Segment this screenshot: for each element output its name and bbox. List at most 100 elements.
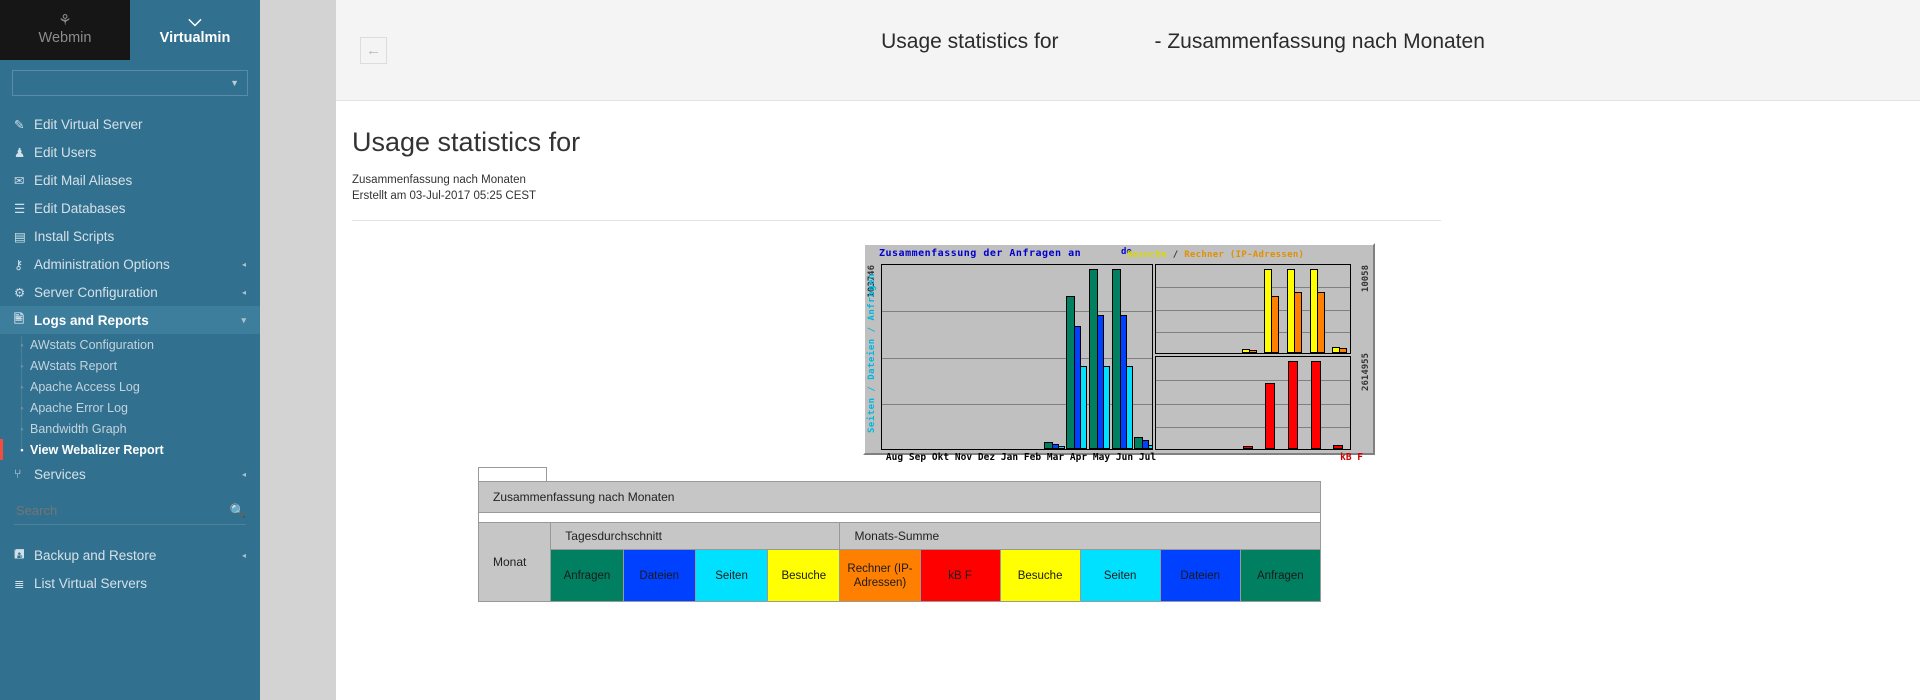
monthly-summary-table: Zusammenfassung nach Monaten Monat Tages… [477,481,1322,602]
chevron-left-icon: ◂ [241,469,246,479]
sidebar-item-view-webalizer-report[interactable]: • View Webalizer Report [0,439,260,460]
column-header-besuche-total[interactable]: Besuche [999,549,1081,602]
bullet-icon: ◦ [20,402,24,413]
header-title-prefix: Usage statistics for [881,30,1059,53]
chevron-left-icon: ◂ [241,287,246,297]
table-caption-row: Zusammenfassung nach Monaten [478,481,1321,513]
sidebar-item-list-virtual-servers[interactable]: ≣ List Virtual Servers [0,569,260,597]
table-caption: Zusammenfassung nach Monaten [478,481,1321,513]
table-tab-stub [478,467,547,481]
x-tick: Sep [908,452,927,463]
envelope-icon: ✉ [14,173,25,188]
sidebar-item-services[interactable]: ⑂ Services ◂ [0,460,260,488]
x-tick: Okt [931,452,950,463]
list-servers-icon: ≣ [14,576,25,591]
tab-virtualmin-label: Virtualmin [159,30,231,46]
sidebar-item-label: Edit Databases [34,200,126,216]
sidebar-item-backup-and-restore[interactable]: 🖪 Backup and Restore ◂ [0,541,260,569]
chart-legend-rechner: Rechner (IP-Adressen) [1184,250,1305,260]
page-gutter [260,0,336,700]
column-header-seiten-avg[interactable]: Seiten [694,549,769,602]
x-tick: Jul [1138,452,1157,463]
server-select[interactable]: ▼ [12,70,248,96]
chart-bar [1310,361,1321,449]
subnav-item-label: Apache Access Log [30,379,140,394]
column-header-seiten-total[interactable]: Seiten [1079,549,1161,602]
bullet-icon: ◦ [20,423,24,434]
sidebar-item-bandwidth-graph[interactable]: ◦ Bandwidth Graph [0,418,260,439]
bullet-filled-icon: • [20,444,24,455]
database-icon: ☰ [14,201,26,216]
column-header-dateien-total[interactable]: Dateien [1159,549,1241,602]
x-tick: Aug [885,452,904,463]
sidebar-item-edit-users[interactable]: ♟ Edit Users [0,138,260,166]
chart-bar [1271,296,1280,353]
sidebar-item-edit-databases[interactable]: ☰ Edit Databases [0,194,260,222]
column-header-anfragen-avg[interactable]: Anfragen [550,549,624,602]
tab-virtualmin[interactable]: ⌵ Virtualmin [130,0,260,60]
column-header-kbf[interactable]: kB F [919,549,1001,602]
column-header-anfragen-total[interactable]: Anfragen [1239,549,1322,602]
sidebar-item-label: Edit Mail Aliases [34,172,133,188]
sidebar-item-awstats-configuration[interactable]: ◦ AWstats Configuration [0,334,260,355]
subnav-item-label: Apache Error Log [30,400,128,415]
x-tick: Jan [1000,452,1019,463]
search-icon[interactable]: 🔍 [230,503,246,519]
chart-secondary-title: Besuche / Rechner (IP-Adressen) [1127,250,1304,260]
save-disk-icon: 🖪 [14,546,25,561]
sidebar-item-logs-and-reports[interactable]: 🖹 Logs and Reports ▾ [0,306,260,334]
sidebar-item-administration-options[interactable]: ⚷ Administration Options ◂ [0,250,260,278]
report-created-timestamp: Erstellt am 03-Jul-2017 05:25 CEST [352,190,537,202]
column-header-dateien-avg[interactable]: Dateien [622,549,696,602]
subnav-item-label: AWstats Configuration [30,337,154,352]
column-header-besuche-avg[interactable]: Besuche [767,549,841,602]
table-group-header-row: Monat Tagesdurchschnitt Monats-Summe [477,522,1321,602]
chart-legend-besuche: Besuche [1127,250,1168,260]
install-scripts-icon: ▤ [14,229,26,244]
chart-bar [1316,292,1325,353]
chart-x-axis-labels: Aug Sep Okt Nov Dez Jan Feb Mar Apr May Jun Jul [883,452,1159,463]
chart-bar [1242,446,1253,449]
chart-bar [1294,292,1302,353]
chart-panel-kbf [1155,356,1351,450]
back-button[interactable]: ← [360,36,387,64]
divider [352,220,1441,221]
sidebar-item-label: Edit Virtual Server [34,116,143,132]
sidebar-item-label: Logs and Reports [34,312,149,328]
page-title: Usage statistics for [352,127,581,157]
x-tick: Apr [1069,452,1088,463]
chart-bar [1333,445,1344,449]
sidebar-item-label: Services [34,466,86,482]
x-tick: May [1092,452,1111,463]
column-header-rechner[interactable]: Rechner (IP-Adressen) [839,549,921,602]
sidebar-item-install-scripts[interactable]: ▤ Install Scripts [0,222,260,250]
report-subtitle: Zusammenfassung nach Monaten [352,174,526,186]
gears-icon: ⚙ [14,285,26,300]
subnav-item-label: AWstats Report [30,358,118,373]
search-input[interactable] [14,502,194,519]
sidebar-item-edit-virtual-server[interactable]: ✎ Edit Virtual Server [0,110,260,138]
header-title-suffix: - Zusammenfassung nach Monaten [1154,30,1485,53]
sidebar-item-server-configuration[interactable]: ⚙ Server Configuration ◂ [0,278,260,306]
edit-server-icon: ✎ [14,117,25,132]
column-header-monat: Monat [477,522,552,602]
x-tick: Nov [954,452,973,463]
chevron-down-icon: ▾ [241,314,246,325]
chart-bar [1066,296,1076,449]
sidebar-item-awstats-report[interactable]: ◦ AWstats Report [0,355,260,376]
sidebar-item-label: List Virtual Servers [34,575,148,591]
sidebar-item-apache-access-log[interactable]: ◦ Apache Access Log [0,376,260,397]
sidebar-item-apache-error-log[interactable]: ◦ Apache Error Log [0,397,260,418]
tab-webmin[interactable]: ⚘ Webmin [0,0,130,60]
sidebar-item-edit-mail-aliases[interactable]: ✉ Edit Mail Aliases [0,166,260,194]
chart-y-max-visits: 10058 [1361,265,1371,293]
monthly-summary-table-area: Zusammenfassung nach Monaten Monat Tages… [352,467,1886,602]
chart-panel-requests [881,264,1153,450]
chevron-left-icon: ◂ [241,550,246,560]
secondary-nav: 🖪 Backup and Restore ◂ ≣ List Virtual Se… [0,541,260,597]
chevron-left-icon: ◂ [241,259,246,269]
chart-kb-axis-label: kB F [1340,452,1363,463]
group-header-monthly-total: Monats-Summe [839,522,1321,550]
bullet-icon: ◦ [20,381,24,392]
x-tick: Mar [1046,452,1065,463]
